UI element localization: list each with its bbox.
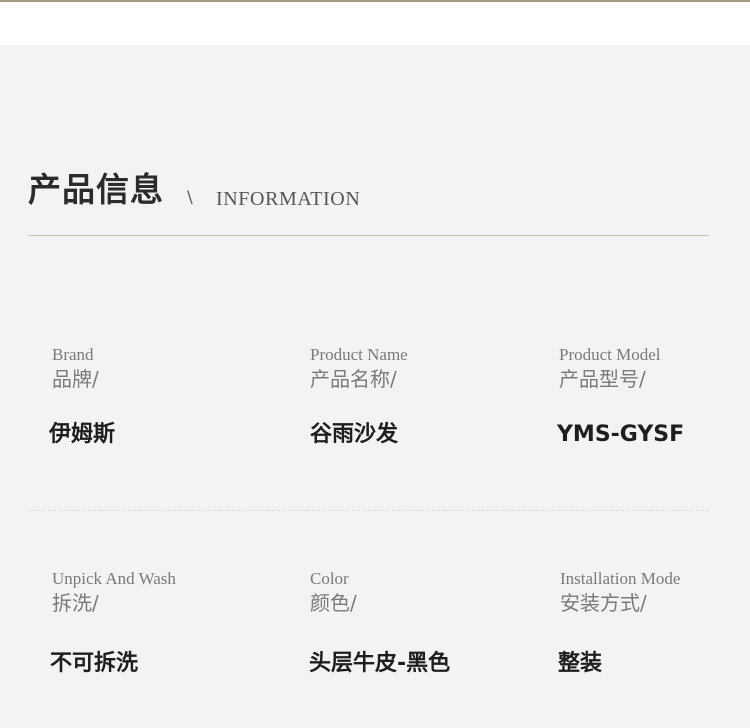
attribute-label-en: Brand — [52, 345, 94, 364]
attribute-label-zh: 品牌/ — [52, 367, 99, 391]
attribute-value-brand: 伊姆斯 — [49, 422, 116, 447]
attribute-brand: Brand 品牌/ — [52, 345, 282, 393]
attribute-label-en: Unpick And Wash — [52, 569, 176, 588]
attribute-value-product-model: YMS-GYSF — [557, 422, 685, 447]
attribute-value-installation-mode: 整装 — [558, 651, 603, 676]
attribute-label-zh: 拆洗/ — [52, 591, 99, 615]
attribute-label-en: Installation Mode — [560, 569, 681, 588]
section-title-zh: 产品信息 — [28, 170, 164, 209]
attribute-color: Color 颜色/ — [310, 569, 540, 617]
attribute-label-en: Product Name — [310, 345, 408, 364]
attribute-label-zh: 产品型号/ — [559, 367, 646, 391]
attribute-unpick-and-wash: Unpick And Wash 拆洗/ — [52, 569, 282, 617]
attribute-label-zh: 安装方式/ — [560, 591, 647, 615]
attribute-value-product-name: 谷雨沙发 — [310, 422, 399, 447]
row-divider — [28, 510, 709, 511]
attribute-product-name: Product Name 产品名称/ — [310, 345, 540, 393]
attribute-product-model: Product Model 产品型号/ — [559, 345, 750, 393]
attribute-value-unpick-and-wash: 不可拆洗 — [50, 651, 139, 676]
attribute-label-zh: 产品名称/ — [310, 367, 397, 391]
attribute-label-en: Color — [310, 569, 349, 588]
header-divider — [28, 235, 709, 236]
section-title-separator: \ — [187, 188, 193, 208]
attribute-label-en: Product Model — [559, 345, 661, 364]
attribute-value-color: 头层牛皮-黑色 — [309, 651, 451, 676]
section-title-en: INFORMATION — [216, 188, 361, 210]
top-accent-rule — [0, 0, 750, 2]
attribute-installation-mode: Installation Mode 安装方式/ — [560, 569, 750, 617]
attribute-label-zh: 颜色/ — [310, 591, 357, 615]
